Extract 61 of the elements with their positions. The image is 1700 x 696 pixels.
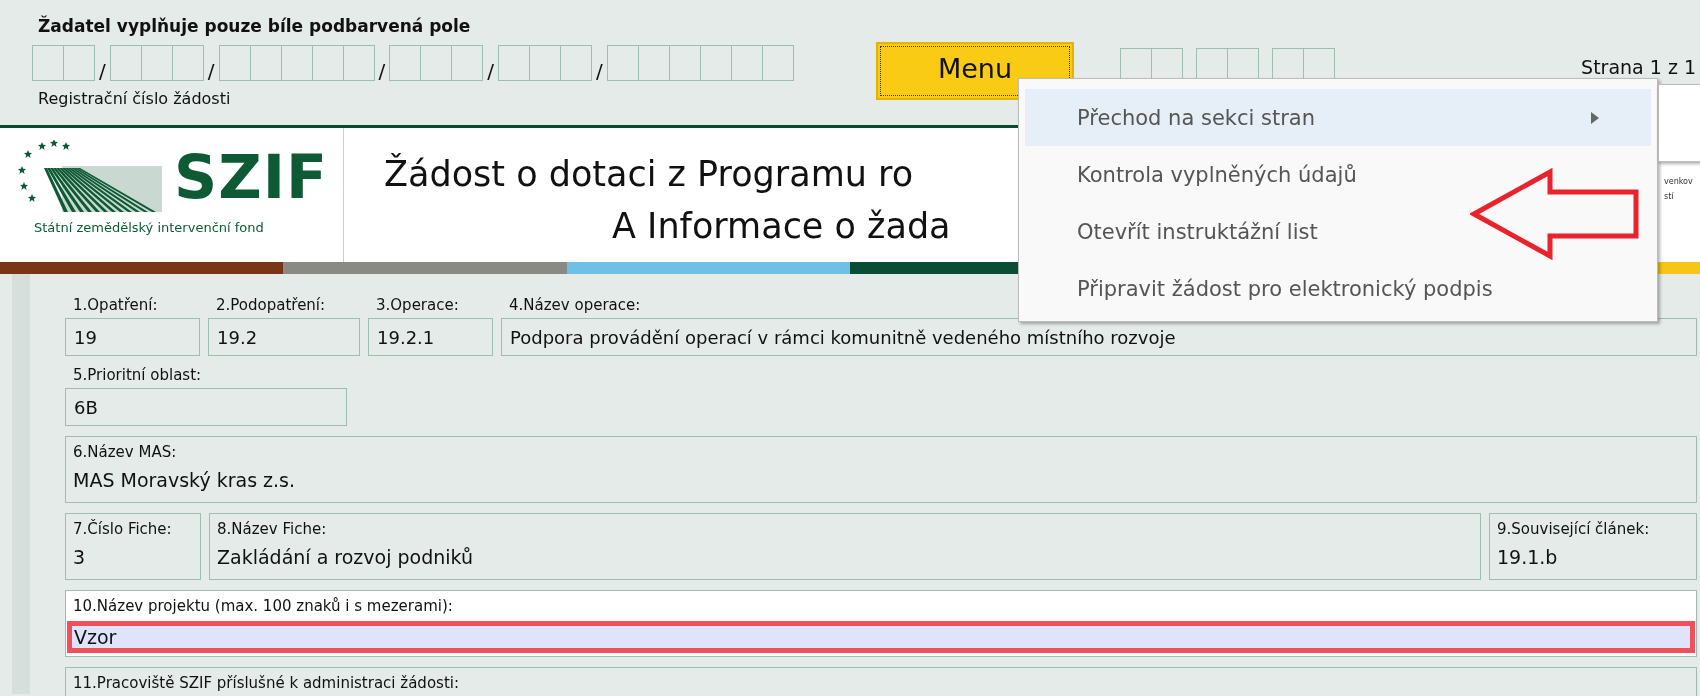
character-box[interactable] [560,45,592,81]
form-title: A Informace o žada [612,205,951,248]
text-input[interactable]: Vzor [67,621,1695,653]
character-box[interactable] [140,45,173,81]
menu-item[interactable]: Otevřít instruktážní list [1025,203,1651,260]
character-box[interactable] [218,45,251,81]
field-label: 11.Pracoviště SZIF příslušné k administraci žádosti: [73,674,460,692]
character-box[interactable] [606,45,639,81]
header-note: venkov [1664,176,1693,188]
field-value[interactable]: 19 [65,318,200,356]
character-box[interactable] [498,45,530,81]
field-label: 9.Související článek: [1497,520,1651,538]
logo-subtitle: Státní zemědělský intervenční fond [34,220,265,235]
separator: / [378,61,386,81]
field-label: 10.Název projektu (max. 100 znaků i s mezerami): [73,597,454,615]
character-box[interactable] [311,45,344,81]
field-label: 1.Opatření: [72,296,158,316]
field-label: 2.Podopatření: [215,296,326,316]
character-box[interactable] [171,45,204,81]
form-title: Žádost o dotaci z Programu ro [384,152,914,196]
menu-item[interactable]: Kontrola vyplněných údajů [1025,146,1651,203]
menu-item[interactable]: Přechod na sekci stran [1025,89,1651,146]
character-box[interactable] [109,45,142,81]
character-box[interactable] [32,45,64,81]
field-value[interactable]: 6B [65,388,347,426]
separator: / [99,61,106,81]
field-label: 3.Operace: [375,296,459,316]
field-label: 8.Název Fiche: [217,520,328,538]
character-box[interactable] [451,45,484,81]
field-value[interactable]: 19.1.b [1497,546,1690,568]
header-note: stí [1664,191,1674,203]
field-label: 5.Prioritní oblast: [72,366,202,386]
character-box[interactable] [529,45,561,81]
character-box[interactable] [761,45,794,81]
character-box[interactable] [249,45,282,81]
character-box[interactable] [342,45,375,81]
form-note: Žadatel vyplňuje pouze bíle podbarvená pole [38,16,472,36]
character-box[interactable] [389,45,422,81]
field-label: 4.Název operace: [508,296,641,316]
menu-item[interactable]: Připravit žádost pro elektronický podpis [1025,260,1651,317]
character-box[interactable] [699,45,732,81]
logo-text: SZIF [174,145,329,209]
character-box[interactable] [420,45,453,81]
field-label: 6.Název MAS: [73,443,178,461]
field-label: 7.Číslo Fiche: [73,520,173,538]
character-box[interactable] [668,45,701,81]
character-box[interactable] [637,45,670,81]
separator: / [487,61,494,81]
page-indicator: Strana 1 z 1 [1581,56,1697,78]
left-arrow-icon [1470,168,1642,260]
field-value[interactable]: 19.2 [208,318,360,356]
character-box[interactable] [63,45,95,81]
character-box[interactable] [280,45,313,81]
field-value[interactable]: 19.2.1 [368,318,493,356]
field-value[interactable]: MAS Moravský kras z.s. [73,469,1690,491]
registration-label: Registrační číslo žádosti [38,89,232,108]
separator: / [596,61,603,81]
separator: / [207,61,215,81]
field-value[interactable]: 3 [73,546,194,568]
character-box[interactable] [730,45,763,81]
field-value[interactable]: Zakládání a rozvoj podniků [217,546,1474,568]
